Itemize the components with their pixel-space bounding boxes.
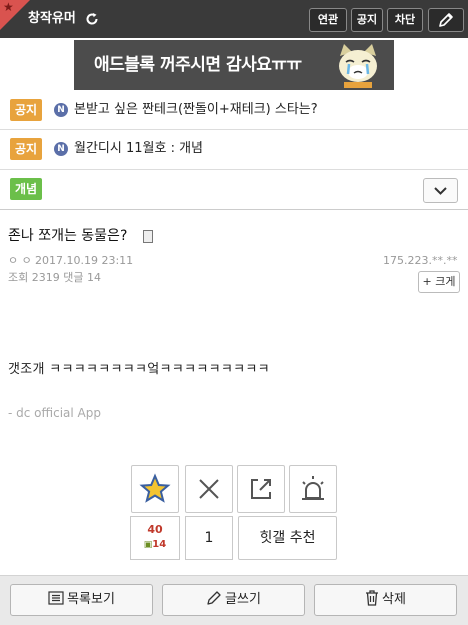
gallery-title[interactable]: 창작유머 — [28, 10, 76, 28]
delete-button[interactable]: 삭제 — [314, 584, 457, 616]
edit-button[interactable] — [428, 8, 464, 32]
post-datetime: 2017.10.19 23:11 — [35, 254, 134, 267]
recommend-count-box: 40 ▣14 — [130, 516, 180, 560]
siren-icon — [302, 476, 324, 500]
notice-button[interactable]: 공지 — [351, 8, 383, 32]
recommend-count: 40 — [147, 523, 163, 536]
new-badge: N — [54, 142, 68, 156]
app-signature: - dc official App — [8, 406, 101, 420]
star-icon: ★ — [3, 0, 14, 14]
top-bar: ★ 창작유머 연관 공지 차단 — [0, 0, 468, 38]
post-body: 갯조개 ㅋㅋㅋㅋㅋㅋㅋㅋ엌ㅋㅋㅋㅋㅋㅋㅋㅋㅋ — [8, 362, 270, 377]
enlarge-button[interactable]: + 크게 — [418, 271, 460, 293]
write-label: 글쓰기 — [225, 592, 261, 607]
notice-tag: 공지 — [10, 99, 43, 121]
related-button[interactable]: 연관 — [309, 8, 347, 32]
fixed-recommend-count: ▣14 — [143, 539, 167, 550]
notice-title[interactable]: 월간디시 11월호 : 개념 — [74, 140, 203, 158]
post-stats: 조회 2319 댓글 14 — [8, 271, 101, 284]
trash-icon — [366, 590, 379, 606]
new-badge: N — [54, 103, 68, 117]
chevron-down-icon — [434, 187, 447, 195]
notice-row[interactable]: 공지 N 본받고 싶은 짠테크(짠돌이+재테크) 스타는? — [0, 92, 468, 130]
delete-label: 삭제 — [382, 592, 406, 607]
post-author[interactable]: ㅇ ㅇ — [8, 254, 32, 268]
share-button[interactable] — [237, 465, 285, 513]
author-ip: 175.223.**.** — [383, 254, 458, 267]
concept-row: 개념 — [0, 170, 468, 210]
footer-bar: 목록보기 글쓰기 삭제 — [0, 575, 468, 625]
recommend-button[interactable] — [131, 465, 179, 513]
post-title: 존나 쪼개는 동물은? — [8, 228, 128, 244]
concept-tab[interactable]: 개념 — [10, 178, 43, 200]
file-icon — [143, 230, 153, 243]
banner-text: 애드블록 꺼주시면 감사요ㅠㅠ — [94, 55, 302, 75]
refresh-icon[interactable] — [85, 12, 99, 26]
report-button[interactable] — [289, 465, 337, 513]
pencil-icon — [439, 13, 453, 27]
crying-cat-icon — [339, 44, 377, 88]
list-icon — [48, 591, 64, 605]
share-icon — [251, 479, 271, 499]
notice-tag: 공지 — [10, 138, 43, 160]
close-icon — [199, 479, 219, 499]
expand-button[interactable] — [423, 178, 458, 203]
star-icon — [139, 473, 171, 503]
pencil-icon — [207, 591, 221, 605]
dislike-button[interactable] — [185, 465, 233, 513]
ad-block-banner[interactable]: 애드블록 꺼주시면 감사요ㅠㅠ — [74, 40, 394, 90]
block-button[interactable]: 차단 — [387, 8, 423, 32]
notice-row[interactable]: 공지 N 월간디시 11월호 : 개념 — [0, 130, 468, 170]
notice-title[interactable]: 본받고 싶은 짠테크(짠돌이+재테크) 스타는? — [74, 101, 318, 119]
dislike-count: 1 — [185, 516, 233, 560]
write-button[interactable]: 글쓰기 — [162, 584, 305, 616]
list-button[interactable]: 목록보기 — [10, 584, 153, 616]
heot-gallery-recommend-button[interactable]: 힛갤 추천 — [238, 516, 337, 560]
list-label: 목록보기 — [67, 592, 115, 607]
